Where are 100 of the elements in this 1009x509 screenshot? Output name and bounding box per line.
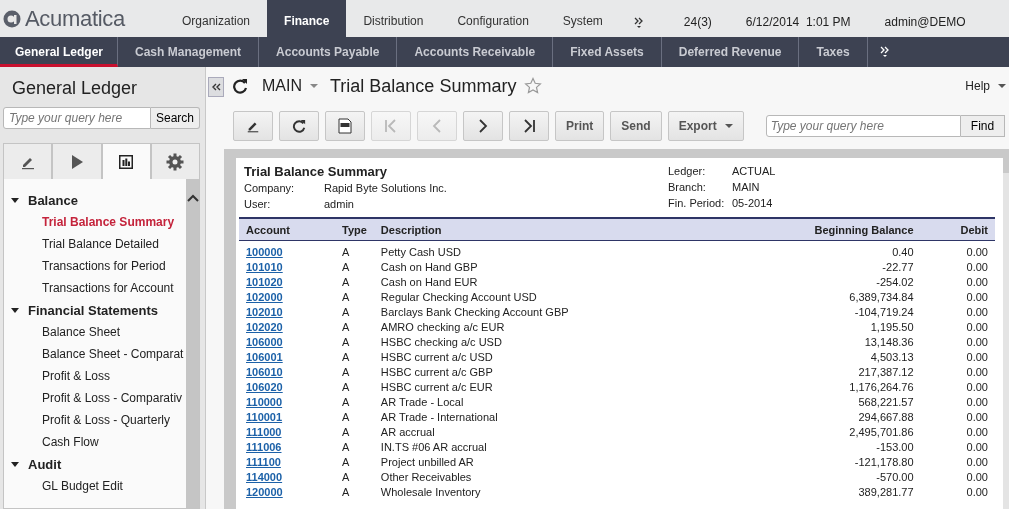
notifications-count[interactable]: 24(3) xyxy=(683,14,712,29)
caret-icon[interactable] xyxy=(998,83,1006,89)
module-tab[interactable]: Accounts Payable xyxy=(259,37,398,67)
caret-icon[interactable] xyxy=(310,83,318,89)
field-value: admin xyxy=(324,198,354,212)
field-value: ACTUAL xyxy=(732,165,776,179)
module-tab[interactable]: Deferred Revenue xyxy=(661,37,800,67)
search-button[interactable]: Search xyxy=(150,107,200,129)
account-link[interactable]: 111000 xyxy=(246,425,282,438)
tree-item[interactable]: Trial Balance Detailed xyxy=(4,233,186,255)
account-link[interactable]: 106010 xyxy=(246,365,283,378)
table-cell: 0.40 xyxy=(892,245,914,258)
tree-group[interactable]: Audit xyxy=(4,453,186,475)
table-cell: HSBC current a/c EUR xyxy=(380,380,493,393)
next-button[interactable] xyxy=(463,111,503,141)
tree-item[interactable]: Balance Sheet - Comparat xyxy=(4,343,186,365)
edit-button[interactable] xyxy=(233,111,273,141)
toolbar-button[interactable]: Export xyxy=(667,111,744,141)
caret-icon xyxy=(11,460,19,468)
refresh-button[interactable] xyxy=(279,111,319,141)
more-icon[interactable] xyxy=(879,46,890,58)
account-link[interactable]: 101010 xyxy=(246,260,283,273)
table-cell: A xyxy=(342,365,350,378)
table-cell: 4,503.13 xyxy=(870,350,914,363)
account-link[interactable]: 120000 xyxy=(246,485,283,498)
table-cell: -121,178.80 xyxy=(854,455,914,468)
account-link[interactable]: 106001 xyxy=(246,350,283,363)
account-link[interactable]: 110001 xyxy=(246,410,283,423)
sidebar-tab[interactable] xyxy=(101,143,151,180)
table-cell: 217,387.12 xyxy=(858,365,914,378)
account-link[interactable]: 106000 xyxy=(246,335,283,348)
tree-item[interactable]: Transactions for Account xyxy=(4,277,186,299)
table-cell: 0.00 xyxy=(966,335,988,348)
menu-tab[interactable]: System xyxy=(545,0,620,37)
account-link[interactable]: 101020 xyxy=(246,275,283,288)
table-cell: 0.00 xyxy=(966,440,988,453)
account-link[interactable]: 111006 xyxy=(246,440,282,453)
scroll-up-icon[interactable] xyxy=(186,193,199,203)
collapse-button[interactable] xyxy=(208,77,224,97)
account-link[interactable]: 102020 xyxy=(246,320,283,333)
account-link[interactable]: 100000 xyxy=(246,245,283,258)
table-cell: 1,176,264.76 xyxy=(849,380,914,393)
toolbar-button[interactable]: Send xyxy=(610,111,662,141)
menu-tab[interactable]: Organization xyxy=(165,0,268,37)
tree-item[interactable]: Trial Balance Summary xyxy=(4,211,186,233)
menu-tab[interactable]: Configuration xyxy=(440,0,546,37)
document-icon xyxy=(338,118,352,134)
tree-item[interactable]: Profit & Loss xyxy=(4,365,186,387)
module-tab[interactable]: Fixed Assets xyxy=(553,37,662,67)
find-button[interactable]: Find xyxy=(961,115,1005,137)
logo-icon xyxy=(3,9,21,28)
tree-group[interactable]: Balance xyxy=(4,189,186,211)
table-cell: 568,221.57 xyxy=(858,395,914,408)
tree-item[interactable]: Balance Sheet xyxy=(4,321,186,343)
table-cell: A xyxy=(342,260,350,273)
play-icon xyxy=(69,153,84,170)
tree-item[interactable]: GL Budget Edit xyxy=(4,475,186,497)
module-tab[interactable]: Taxes xyxy=(799,37,868,67)
table-cell: 1,195.50 xyxy=(870,320,914,333)
table-cell: 0.00 xyxy=(966,260,988,273)
tree-item[interactable]: Cash Flow xyxy=(4,431,186,453)
tree-group[interactable]: Financial Statements xyxy=(4,299,186,321)
double-chevron-icon xyxy=(211,83,221,91)
account-link[interactable]: 102010 xyxy=(246,305,283,318)
last-icon xyxy=(522,119,536,133)
table-cell: 0.00 xyxy=(966,410,988,423)
user-name[interactable]: admin@DEMO xyxy=(884,14,966,29)
last-button[interactable] xyxy=(509,111,549,141)
tree-item[interactable]: Profit & Loss - Comparativ xyxy=(4,387,186,409)
account-link[interactable]: 110000 xyxy=(246,395,283,408)
help-menu[interactable]: Help xyxy=(965,79,990,93)
table-cell: 0.00 xyxy=(966,290,988,303)
account-link[interactable]: 114000 xyxy=(246,470,283,483)
menu-tab[interactable]: Finance xyxy=(267,0,347,37)
scrollbar[interactable] xyxy=(186,179,199,508)
next-icon xyxy=(478,119,488,133)
field-label: Company: xyxy=(244,182,296,196)
tree-item[interactable]: Transactions for Period xyxy=(4,255,186,277)
star-icon[interactable] xyxy=(524,77,543,95)
find-field[interactable]: Type your query here xyxy=(765,115,961,137)
account-link[interactable]: 102000 xyxy=(246,290,283,303)
menu-tab[interactable]: Distribution xyxy=(346,0,441,37)
pdf-button[interactable] xyxy=(325,111,365,141)
account-link[interactable]: 111100 xyxy=(246,455,281,468)
scrollbar[interactable] xyxy=(1003,173,1009,509)
table-cell: AMRO checking a/c EUR xyxy=(380,320,505,333)
module-tab[interactable]: Accounts Receivable xyxy=(397,37,554,67)
search-field[interactable]: Type your query here xyxy=(3,107,151,129)
account-link[interactable]: 106020 xyxy=(246,380,283,393)
sidebar-tab[interactable] xyxy=(52,143,102,179)
table-cell: IN.TS #06 AR accrual xyxy=(380,440,487,453)
table-cell: A xyxy=(342,470,350,483)
refresh-icon[interactable] xyxy=(232,78,248,94)
sidebar-tab[interactable] xyxy=(150,143,200,179)
tree-item[interactable]: Profit & Loss - Quarterly xyxy=(4,409,186,431)
table-cell: 0.00 xyxy=(966,425,988,438)
branch-selector[interactable]: MAIN xyxy=(262,77,302,95)
table-cell: A xyxy=(342,275,350,288)
more-icon[interactable] xyxy=(633,16,644,29)
toolbar-button[interactable]: Print xyxy=(555,111,605,141)
